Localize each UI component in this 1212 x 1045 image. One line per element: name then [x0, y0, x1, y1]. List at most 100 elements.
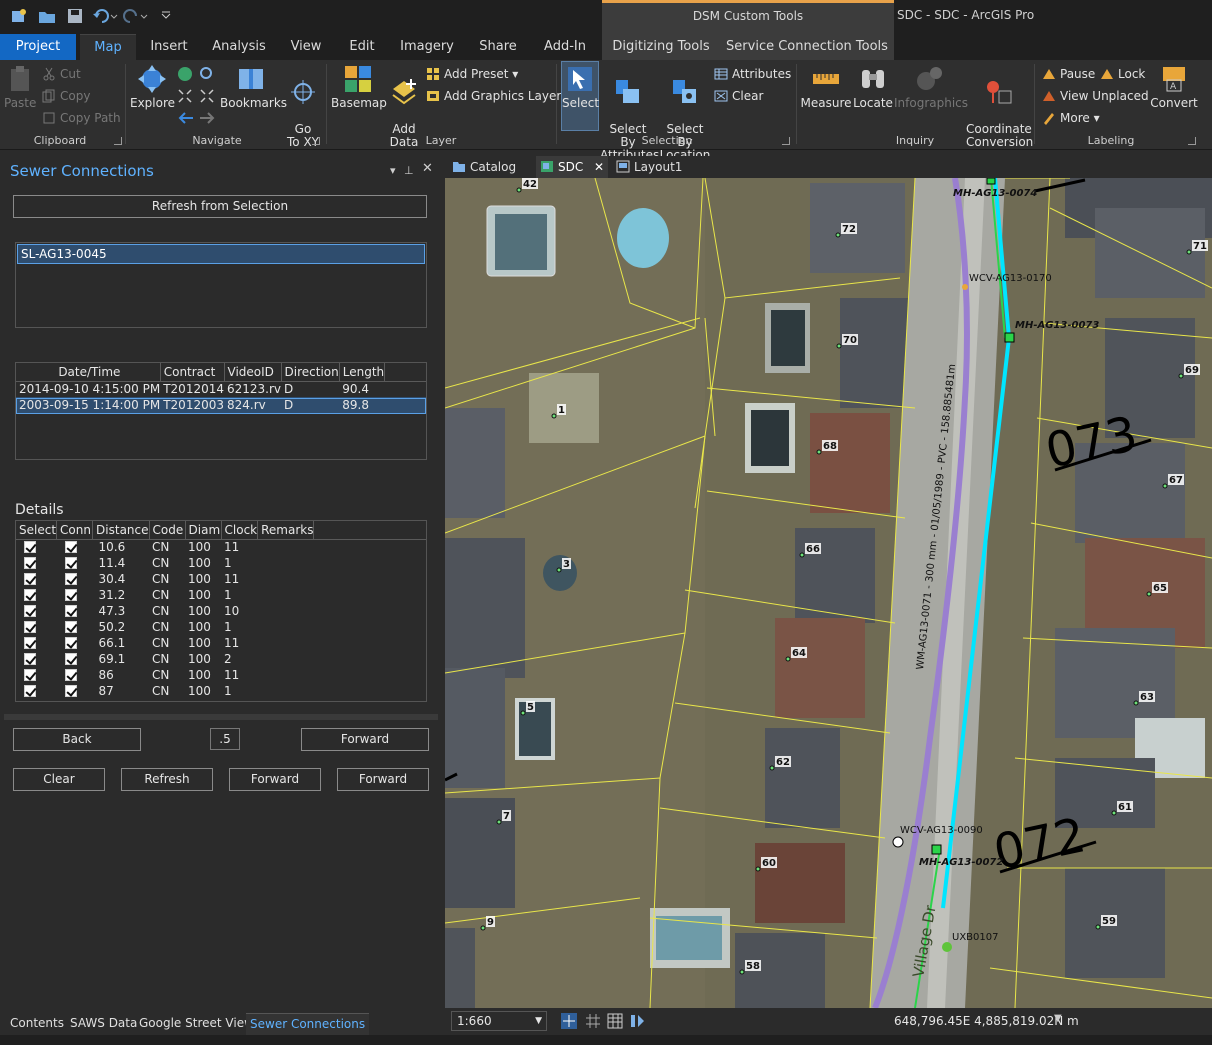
manhole-marker[interactable] — [1004, 332, 1015, 343]
column-header[interactable]: VideoID — [224, 363, 282, 382]
select-checkbox[interactable] — [16, 651, 57, 667]
back-extent-icon[interactable] — [177, 110, 195, 126]
step-value-field[interactable]: .5 — [210, 728, 240, 750]
copy-button[interactable]: Copy — [42, 87, 90, 107]
redo-icon[interactable] — [122, 8, 148, 24]
address-point[interactable] — [556, 567, 562, 573]
more-labeling-button[interactable]: More ▾ — [1042, 109, 1100, 129]
conn-checkbox[interactable] — [57, 683, 93, 699]
add-graphics-layer-button[interactable]: Add Graphics Layer — [426, 87, 561, 107]
select-checkbox[interactable] — [16, 667, 57, 683]
manhole-marker[interactable] — [931, 844, 942, 855]
new-project-icon[interactable] — [10, 8, 28, 24]
navigate-launcher[interactable] — [312, 137, 320, 145]
snapping-icon[interactable] — [560, 1012, 578, 1030]
checkbox[interactable] — [64, 685, 77, 697]
manhole-marker[interactable] — [986, 178, 996, 185]
chevron-down-icon[interactable]: ▼ — [1054, 1013, 1062, 1024]
column-header[interactable]: Code — [149, 521, 186, 540]
column-header[interactable]: Direction — [281, 363, 340, 382]
table-view-icon[interactable] — [606, 1012, 624, 1030]
cut-button[interactable]: Cut — [42, 65, 81, 85]
conn-checkbox[interactable] — [57, 667, 93, 683]
checkbox[interactable] — [24, 669, 36, 681]
checkbox[interactable] — [64, 653, 77, 665]
tab-google-street-view[interactable]: Google Street View — [139, 1016, 254, 1030]
valve-marker[interactable] — [962, 284, 968, 290]
tab-view[interactable]: View — [284, 34, 328, 60]
undo-icon[interactable] — [92, 8, 118, 24]
column-header[interactable]: Length — [339, 363, 386, 382]
checkbox[interactable] — [24, 637, 36, 649]
details-row[interactable]: 87 CN 100 1 — [16, 683, 426, 699]
coordinate-conversion-button[interactable]: Coordinate Conversion — [966, 64, 1033, 149]
valve-marker[interactable] — [892, 836, 904, 848]
select-checkbox[interactable] — [16, 587, 57, 603]
tab-share[interactable]: Share — [474, 34, 522, 60]
tab-imagery[interactable]: Imagery — [396, 34, 458, 60]
select-checkbox[interactable] — [16, 571, 57, 587]
tab-sewer-connections[interactable]: Sewer Connections — [246, 1013, 370, 1035]
checkbox[interactable] — [24, 541, 36, 554]
select-button[interactable]: Select — [562, 64, 599, 110]
grid-icon[interactable] — [584, 1012, 602, 1030]
checkbox[interactable] — [64, 573, 77, 585]
conn-checkbox[interactable] — [57, 635, 93, 651]
conn-checkbox[interactable] — [57, 603, 93, 619]
checkbox[interactable] — [24, 573, 36, 585]
details-row[interactable]: 69.1 CN 100 2 — [16, 651, 426, 667]
address-point[interactable] — [1111, 810, 1117, 816]
explore-button[interactable]: Explore — [130, 64, 175, 110]
details-row[interactable]: 86 CN 100 11 — [16, 667, 426, 683]
details-row[interactable]: 10.6 CN 100 11 — [16, 539, 426, 555]
measure-button[interactable]: Measure — [800, 64, 852, 110]
address-point[interactable] — [1178, 373, 1184, 379]
customize-qat-icon[interactable] — [160, 8, 172, 24]
checkbox[interactable] — [24, 557, 36, 569]
selection-launcher[interactable] — [782, 137, 790, 145]
tab-add-in[interactable]: Add-In — [536, 34, 594, 60]
pause-labeling-button[interactable]: Pause — [1042, 65, 1095, 85]
select-checkbox[interactable] — [16, 619, 57, 635]
tab-edit[interactable]: Edit — [340, 34, 384, 60]
checkbox[interactable] — [64, 541, 77, 554]
tab-service-connection-tools[interactable]: Service Connection Tools — [720, 34, 894, 60]
column-header[interactable]: Remarks — [257, 521, 315, 540]
checkbox[interactable] — [24, 653, 36, 665]
address-point[interactable] — [739, 969, 745, 975]
select-checkbox[interactable] — [16, 683, 57, 699]
pause-drawing-icon[interactable] — [628, 1012, 646, 1030]
address-point[interactable] — [799, 552, 805, 558]
address-point[interactable] — [836, 343, 842, 349]
select-by-location-button[interactable]: Select By Location — [658, 64, 712, 162]
address-point[interactable] — [1162, 483, 1168, 489]
scale-selector[interactable]: 1:660 ▼ — [451, 1011, 547, 1031]
fixed-zoom-icon[interactable] — [177, 88, 215, 104]
address-point[interactable] — [480, 925, 486, 931]
conn-checkbox[interactable] — [57, 555, 93, 571]
locate-button[interactable]: Locate — [852, 64, 894, 110]
table-row[interactable]: 2014-09-10 4:15:00 PM T2012014 62123.rv … — [16, 381, 426, 397]
checkbox[interactable] — [64, 669, 77, 681]
details-row[interactable]: 31.2 CN 100 1 — [16, 587, 426, 603]
select-by-attributes-button[interactable]: Select By Attributes — [600, 64, 659, 162]
conn-checkbox[interactable] — [57, 651, 93, 667]
conn-checkbox[interactable] — [57, 539, 93, 555]
address-point[interactable] — [1146, 591, 1152, 597]
details-row[interactable]: 30.4 CN 100 11 — [16, 571, 426, 587]
basemap-button[interactable]: Basemap — [331, 64, 387, 110]
tab-contents[interactable]: Contents — [10, 1016, 64, 1030]
save-project-icon[interactable] — [66, 8, 84, 24]
checkbox[interactable] — [24, 589, 36, 601]
clipboard-launcher[interactable] — [114, 137, 122, 145]
address-point[interactable] — [1186, 249, 1192, 255]
select-checkbox[interactable] — [16, 555, 57, 571]
checkbox[interactable] — [24, 685, 36, 697]
checkbox[interactable] — [64, 589, 77, 601]
clear-button[interactable]: Clear — [13, 768, 105, 791]
pane-options-icon[interactable]: ▾ — [390, 164, 396, 177]
checkbox[interactable] — [64, 621, 77, 633]
address-point[interactable] — [769, 765, 775, 771]
clear-selection-button[interactable]: Clear — [714, 87, 763, 107]
address-point[interactable] — [520, 710, 526, 716]
